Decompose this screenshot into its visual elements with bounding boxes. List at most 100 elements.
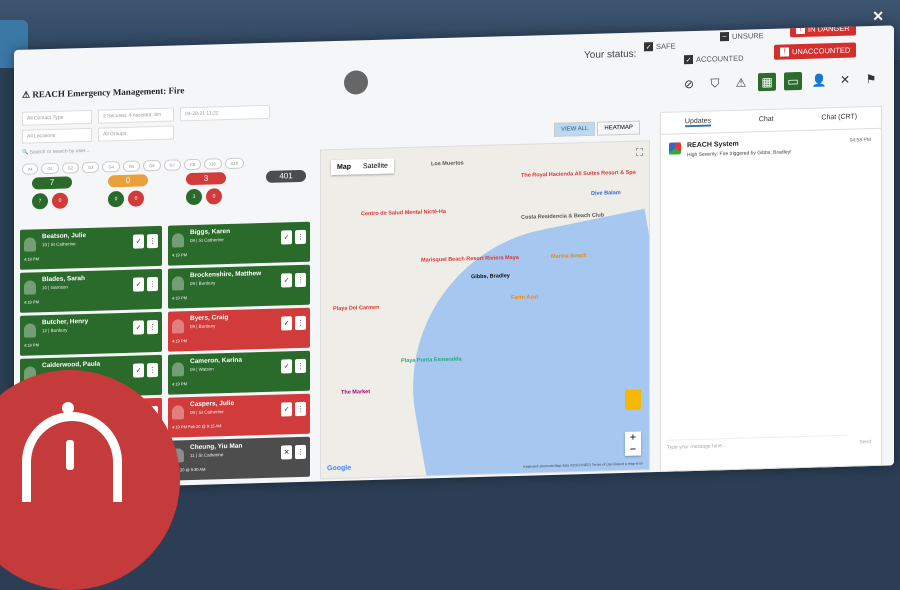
location-select[interactable]: All Locations [22,127,92,144]
person-time: 4:19 PM [24,256,39,262]
filter-tag[interactable]: G3 [82,161,100,174]
map-icon[interactable]: ▦ [758,72,776,92]
poi: The Royal Hacienda All Suites Resort & S… [521,169,636,179]
person-name: Beatson, Julie [42,231,87,241]
date-select[interactable]: 04-29-21 11:22 [180,104,270,122]
person-name: Butcher, Henry [42,317,89,327]
person-time: 4:19 PM [172,295,187,301]
more-icon[interactable]: ⋮ [147,319,158,335]
status-unsure[interactable]: – UNSURE [720,31,764,42]
close-icon[interactable]: ✕ [872,8,884,25]
person-card[interactable]: Blades, Sarah 10 | Garrison 4:19 PM ✓ ⋮ [20,268,162,313]
google-logo: Google [327,464,352,473]
more-icon[interactable]: ⋮ [295,401,306,417]
more-icon[interactable]: ⋮ [295,358,306,374]
check-icon[interactable]: ✓ [133,277,144,292]
tab-view-all[interactable]: VIEW ALL [554,121,596,137]
sea-area [388,208,650,480]
filter-tag[interactable]: G4 [102,161,120,173]
check-icon[interactable]: ✓ [281,359,292,374]
chat-message: REACH System 04:58 PM High Severity: Fir… [661,129,881,159]
status-unaccounted[interactable]: ! UNACCOUNTED [774,42,857,60]
send-button[interactable]: Send [859,439,871,445]
filter-tag[interactable]: G9 [204,158,222,170]
more-icon[interactable]: ⋮ [147,233,158,249]
zoom-control[interactable]: + − [625,431,641,456]
person-card[interactable]: Caspers, Julie 09 | St Catherine 4:19 PM F… [168,393,310,438]
filter-tag[interactable]: G7 [163,159,181,171]
filter-tag[interactable]: G10 [224,157,245,170]
warning-icon[interactable]: ⚠ [732,73,750,92]
check-icon[interactable]: ✓ [281,230,292,245]
tab-map[interactable]: Map [331,159,357,175]
zoom-out-icon[interactable]: − [625,443,641,456]
check-icon[interactable]: ✓ [281,316,292,331]
groups-select[interactable]: All Groups [98,125,174,142]
more-icon[interactable]: ⋮ [295,229,306,245]
more-icon[interactable]: ⋮ [147,276,158,292]
fullscreen-icon[interactable]: ⛶ [636,147,643,158]
street-view-icon[interactable] [625,389,641,410]
status-in-danger[interactable]: ! IN DANGER [790,25,856,38]
reach-logo-icon [669,142,681,155]
avatar [172,319,184,334]
map[interactable]: Map Satellite ⛶ The Royal Hacienda All S… [320,140,650,480]
check-icon[interactable]: ✓ [133,320,144,335]
flag-icon[interactable]: ⚑ [862,70,880,89]
total-count[interactable]: 401 [266,169,306,183]
filter-tag[interactable]: All [22,163,39,175]
status-accounted[interactable]: ✓ ACCOUNTED [684,54,744,65]
check-icon[interactable]: ✓ [281,273,292,288]
person-card[interactable]: Biggs, Karen 09 | St Catherine 4:19 PM ✓ ⋮ [168,221,310,266]
page-title: ⚠ REACH Emergency Management: Fire [22,85,185,100]
person-detail: 11 | St Catherine [190,452,224,459]
danger-sub-count: 3 [186,188,202,206]
person-detail: 12 | Bunbury [42,327,68,334]
more-icon[interactable]: ⋮ [295,315,306,331]
close-icon[interactable]: ✕ [836,71,854,90]
safe-sub-count: 7 [32,193,48,210]
user-check-icon[interactable]: 👤 [810,71,828,90]
contact-type-select[interactable]: All Contact Type [22,109,92,126]
person-detail: 09 | Bunbury [190,323,216,330]
filter-tag[interactable]: G8 [183,158,202,171]
tab-updates[interactable]: Updates [684,117,711,128]
person-card[interactable]: Beatson, Julie 10 | St Catherine 4:19 PM ✓ ⋮ [20,225,162,270]
tab-chat[interactable]: Chat [759,116,774,125]
block-icon[interactable]: ⊘ [680,75,698,94]
more-icon[interactable]: ⋮ [147,362,158,378]
filter-tag[interactable]: G1 [41,162,59,175]
zoom-in-icon[interactable]: + [625,431,641,444]
check-icon[interactable]: ✓ [133,363,144,378]
status-safe[interactable]: ✓ SAFE [644,42,676,52]
person-detail: 09 | St Catherine [190,237,224,244]
check-icon[interactable]: ✕ [281,445,292,460]
unsure-count[interactable]: 0 [108,174,148,188]
danger-count[interactable]: 3 [186,172,226,186]
safe-count[interactable]: 7 [32,176,72,190]
more-icon[interactable]: ⋮ [295,272,306,288]
more-icon[interactable]: ⋮ [295,444,306,460]
person-card[interactable]: Brockenshire, Matthew 09 | Bunbury 4:19 PM… [168,264,310,309]
filter-tag[interactable]: G6 [143,159,161,172]
check-icon[interactable]: ✓ [281,402,292,417]
person-card[interactable]: Byers, Craig 09 | Bunbury 4:19 PM ✓ ⋮ [168,307,310,352]
tab-satellite[interactable]: Satellite [357,158,394,174]
filter-tag[interactable]: G2 [61,162,80,174]
person-card[interactable]: Cheung, Yiu Man 11 | St Catherine Feb 20 @… [168,436,310,481]
message-body: High Severity: Fire triggered by Gibbs, … [687,149,792,159]
shield-icon[interactable]: ⛉ [706,74,724,93]
person-card[interactable]: Butcher, Henry 12 | Bunbury 4:19 PM ✓ ⋮ [20,311,162,356]
avatar [172,276,184,291]
tab-chat-crt[interactable]: Chat (CRT) [821,113,857,123]
message-input[interactable]: Type your message here... [667,434,847,451]
chat-icon[interactable]: ▭ [784,71,802,91]
person-detail: 09 | Watson [190,366,214,373]
check-icon[interactable]: ✓ [133,234,144,249]
person-card[interactable]: Cameron, Karina 09 | Watson 4:19 PM ✓ ⋮ [168,350,310,395]
person-name: Cameron, Karina [190,356,243,366]
secondary-select[interactable]: 2 Secured, 4 Assisted, 8m [98,107,174,124]
tab-heatmap[interactable]: HEATMAP [597,120,640,136]
filter-tag[interactable]: G5 [122,160,141,172]
person-time: 4:19 PM [172,338,187,344]
